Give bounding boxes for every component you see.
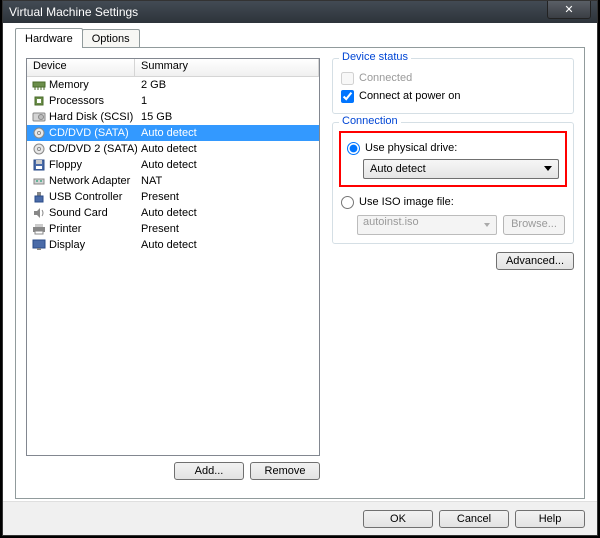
device-row-hdd[interactable]: Hard Disk (SCSI)15 GB <box>27 109 319 125</box>
help-button[interactable]: Help <box>515 510 585 528</box>
device-row-display[interactable]: DisplayAuto detect <box>27 237 319 253</box>
cd-icon <box>31 126 47 140</box>
device-name: Printer <box>47 223 137 235</box>
close-icon: ✕ <box>564 4 573 16</box>
close-button[interactable]: ✕ <box>547 1 591 19</box>
use-iso-radio[interactable] <box>341 196 354 209</box>
tab-strip: Hardware Options <box>15 29 139 48</box>
device-status-group: Device status Connected Connect at power… <box>332 58 574 114</box>
connection-legend: Connection <box>339 115 401 127</box>
device-name: Processors <box>47 95 137 107</box>
advanced-button[interactable]: Advanced... <box>496 252 574 270</box>
cd-icon <box>31 142 47 156</box>
device-name: CD/DVD 2 (SATA) <box>47 143 137 155</box>
iso-row: autoinst.iso Browse... <box>341 215 565 235</box>
device-status-legend: Device status <box>339 51 411 63</box>
device-row-floppy[interactable]: FloppyAuto detect <box>27 157 319 173</box>
device-summary: Auto detect <box>137 143 197 155</box>
device-name: Network Adapter <box>47 175 137 187</box>
list-buttons: Add... Remove <box>26 462 320 480</box>
device-row-memory[interactable]: Memory2 GB <box>27 77 319 93</box>
device-summary: 15 GB <box>137 111 172 123</box>
device-summary: Auto detect <box>137 239 197 251</box>
connect-power-checkbox[interactable] <box>341 90 354 103</box>
device-name: Memory <box>47 79 137 91</box>
device-name: CD/DVD (SATA) <box>47 127 137 139</box>
floppy-icon <box>31 158 47 172</box>
device-row-net[interactable]: Network AdapterNAT <box>27 173 319 189</box>
col-summary[interactable]: Summary <box>135 59 319 76</box>
chevron-down-icon <box>544 166 552 171</box>
window-title: Virtual Machine Settings <box>9 5 138 19</box>
device-name: Sound Card <box>47 207 137 219</box>
use-iso-row: Use ISO image file: <box>341 193 565 211</box>
titlebar: Virtual Machine Settings ✕ <box>3 1 597 23</box>
device-rows: Memory2 GBProcessors1Hard Disk (SCSI)15 … <box>27 77 319 253</box>
connected-checkbox[interactable] <box>341 72 354 85</box>
browse-button: Browse... <box>503 215 565 235</box>
physical-drive-value: Auto detect <box>370 163 426 175</box>
device-row-printer[interactable]: PrinterPresent <box>27 221 319 237</box>
connection-highlight: Use physical drive: Auto detect <box>339 131 567 187</box>
hardware-panel: Device Summary Memory2 GBProcessors1Hard… <box>15 47 585 499</box>
usb-icon <box>31 190 47 204</box>
device-row-cd[interactable]: CD/DVD (SATA)Auto detect <box>27 125 319 141</box>
cpu-icon <box>31 94 47 108</box>
remove-button[interactable]: Remove <box>250 462 320 480</box>
tab-options[interactable]: Options <box>82 29 140 48</box>
iso-file-combo: autoinst.iso <box>357 215 497 235</box>
net-icon <box>31 174 47 188</box>
advanced-row: Advanced... <box>332 252 574 270</box>
device-row-usb[interactable]: USB ControllerPresent <box>27 189 319 205</box>
device-summary: Auto detect <box>137 207 197 219</box>
dialog-footer: OK Cancel Help <box>3 501 597 535</box>
connection-group: Connection Use physical drive: Auto dete… <box>332 122 574 244</box>
use-physical-row: Use physical drive: <box>347 139 559 157</box>
device-row-cd[interactable]: CD/DVD 2 (SATA)Auto detect <box>27 141 319 157</box>
chevron-down-icon <box>484 223 490 227</box>
add-button[interactable]: Add... <box>174 462 244 480</box>
window-body: Hardware Options Device Summary Memory2 … <box>3 23 597 535</box>
device-name: USB Controller <box>47 191 137 203</box>
use-physical-label: Use physical drive: <box>365 142 457 154</box>
use-iso-label: Use ISO image file: <box>359 196 454 208</box>
device-summary: Present <box>137 191 179 203</box>
device-summary: 2 GB <box>137 79 166 91</box>
connect-power-label: Connect at power on <box>359 90 461 102</box>
display-icon <box>31 238 47 252</box>
device-summary: Auto detect <box>137 127 197 139</box>
right-pane: Device status Connected Connect at power… <box>332 58 574 488</box>
memory-icon <box>31 78 47 92</box>
connected-label: Connected <box>359 72 412 84</box>
device-list: Device Summary Memory2 GBProcessors1Hard… <box>26 58 320 456</box>
device-summary: NAT <box>137 175 162 187</box>
device-name: Floppy <box>47 159 137 171</box>
device-summary: Auto detect <box>137 159 197 171</box>
cancel-button[interactable]: Cancel <box>439 510 509 528</box>
connected-row: Connected <box>341 69 565 87</box>
tab-hardware[interactable]: Hardware <box>15 28 83 48</box>
device-name: Display <box>47 239 137 251</box>
device-list-header: Device Summary <box>27 59 319 77</box>
device-row-cpu[interactable]: Processors1 <box>27 93 319 109</box>
iso-file-value: autoinst.iso <box>363 216 419 228</box>
sound-icon <box>31 206 47 220</box>
device-row-sound[interactable]: Sound CardAuto detect <box>27 205 319 221</box>
connect-power-row: Connect at power on <box>341 87 565 105</box>
physical-drive-combo[interactable]: Auto detect <box>363 159 559 179</box>
use-physical-radio[interactable] <box>347 142 360 155</box>
settings-window: Virtual Machine Settings ✕ Hardware Opti… <box>2 0 598 536</box>
device-summary: 1 <box>137 95 147 107</box>
device-summary: Present <box>137 223 179 235</box>
device-name: Hard Disk (SCSI) <box>47 111 137 123</box>
hdd-icon <box>31 110 47 124</box>
ok-button[interactable]: OK <box>363 510 433 528</box>
printer-icon <box>31 222 47 236</box>
col-device[interactable]: Device <box>27 59 135 76</box>
